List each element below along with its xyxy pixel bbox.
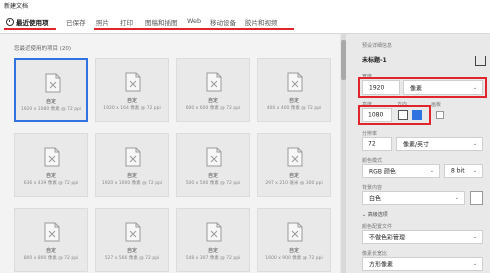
pixel-ratio-label: 像素长宽比 [362, 251, 388, 257]
chevron-down-icon: ⌄ [472, 168, 477, 174]
preset-dimensions: 1920 x 164 像素 @ 72 ppi [103, 106, 161, 111]
preset-name: 自定 [126, 173, 137, 179]
chevron-down-icon: ⌄ [472, 234, 477, 240]
preset-dimensions: 1920 x 1000 像素 @ 72 ppi [101, 181, 163, 186]
document-icon [44, 147, 60, 167]
preset-card[interactable]: 自定 548 x 307 像素 @ 72 ppi [176, 208, 250, 272]
category-tabs: 最近使用项 已保存 照片 打印 图稿和插图 Web 移动设备 胶片和视频 [0, 13, 490, 34]
document-icon [287, 147, 303, 167]
preset-card[interactable]: 自定 500 x 500 像素 @ 72 ppi [176, 133, 250, 197]
preset-name: 自定 [45, 99, 56, 105]
document-icon [125, 222, 141, 242]
preset-dimensions: 800 x 800 像素 @ 72 ppi [23, 256, 79, 261]
preset-name: 自定 [207, 173, 218, 179]
preset-name: 自定 [45, 173, 56, 179]
artboard-checkbox[interactable] [436, 111, 444, 119]
preset-dimensions: 297 x 210 毫米 @ 300 ppi [265, 181, 323, 186]
preset-card[interactable]: 自定 600 x 600 像素 @ 72 ppi [176, 58, 250, 122]
tab-web[interactable]: Web [187, 17, 201, 25]
preset-card[interactable]: 自定 800 x 800 像素 @ 72 ppi [14, 208, 88, 272]
preset-dimensions: 1920 x 1080 像素 @ 72 ppi [20, 107, 82, 112]
preset-details-label: 预设详细信息 [362, 43, 393, 49]
chevron-down-icon: ⌄ [454, 195, 459, 201]
clock-icon [6, 18, 14, 26]
chevron-down-icon: ⌄ [429, 168, 434, 174]
save-preset-icon[interactable] [475, 56, 486, 66]
background-label: 背景内容 [362, 185, 383, 191]
window-title: 新建文档 [4, 3, 29, 10]
preset-card[interactable]: 自定 1920 x 1080 像素 @ 72 ppi [14, 58, 88, 122]
document-icon [125, 147, 141, 167]
preset-name: 自定 [207, 248, 218, 254]
preset-name: 自定 [207, 98, 218, 104]
preset-name: 自定 [126, 98, 137, 104]
width-highlight-box [358, 77, 487, 98]
section-title: 您最近使用的项目 (20) [14, 46, 72, 52]
resolution-label: 分辨率 [362, 131, 378, 137]
artboard-label: 画板 [431, 102, 442, 108]
color-mode-select[interactable]: RGB 颜色 ⌄ [362, 164, 440, 178]
preset-dimensions: 548 x 307 像素 @ 72 ppi [185, 256, 241, 261]
resolution-input[interactable]: 72 [362, 137, 392, 151]
preset-card[interactable]: 自定 527 x 566 像素 @ 72 ppi [95, 208, 169, 272]
tab-mobile[interactable]: 移动设备 [210, 17, 236, 27]
color-profile-select[interactable]: 不做色彩管理 ⌄ [362, 230, 483, 244]
tab-art-illustration[interactable]: 图稿和插图 [145, 17, 178, 27]
color-mode-label: 颜色模式 [362, 158, 383, 164]
preset-dimensions: 400 x 400 像素 @ 72 ppi [266, 106, 322, 111]
preset-dimensions: 500 x 500 像素 @ 72 ppi [185, 181, 241, 186]
preset-card[interactable]: 自定 297 x 210 毫米 @ 300 ppi [257, 133, 331, 197]
document-name[interactable]: 未标题-1 [362, 55, 387, 64]
preset-name: 自定 [288, 98, 299, 104]
chevron-down-icon: ⌄ [472, 141, 477, 147]
resolution-unit-select[interactable]: 像素/英寸 ⌄ [396, 137, 483, 151]
preset-name: 自定 [126, 248, 137, 254]
background-color-swatch[interactable] [470, 191, 483, 205]
highlight-underline-recent [4, 28, 56, 30]
preset-dimensions: 600 x 600 像素 @ 72 ppi [185, 106, 241, 111]
tab-saved[interactable]: 已保存 [66, 17, 86, 27]
preset-card[interactable]: 自定 636 x 439 像素 @ 72 ppi [14, 133, 88, 197]
document-icon [45, 73, 61, 93]
title-bar: 新建文档 [0, 0, 490, 13]
gallery-scrollbar-thumb[interactable] [341, 40, 346, 80]
document-icon [44, 222, 60, 242]
height-highlight-box [358, 105, 431, 125]
preset-card[interactable]: 自定 1920 x 164 像素 @ 72 ppi [95, 58, 169, 122]
preset-dimensions: 527 x 566 像素 @ 72 ppi [104, 256, 160, 261]
tab-recent[interactable]: 最近使用项 [6, 17, 49, 27]
document-icon [287, 72, 303, 92]
highlight-underline-tabs [94, 28, 294, 30]
background-select[interactable]: 白色 ⌄ [362, 191, 465, 205]
tab-photo[interactable]: 照片 [96, 17, 109, 27]
preset-name: 自定 [288, 173, 299, 179]
tab-print[interactable]: 打印 [120, 17, 133, 27]
preset-dimensions: 636 x 439 像素 @ 72 ppi [23, 181, 79, 186]
document-icon [206, 222, 222, 242]
preset-card[interactable]: 自定 1920 x 1000 像素 @ 72 ppi [95, 133, 169, 197]
document-icon [206, 147, 222, 167]
pixel-ratio-select[interactable]: 方形像素 ⌄ [362, 257, 483, 271]
preset-card[interactable]: 自定 400 x 400 像素 @ 72 ppi [257, 58, 331, 122]
document-icon [125, 72, 141, 92]
advanced-options-toggle[interactable]: ⌄ 高级选项 [362, 211, 388, 218]
document-icon [206, 72, 222, 92]
chevron-down-icon: ⌄ [472, 261, 477, 267]
bit-depth-select[interactable]: 8 bit ⌄ [444, 164, 483, 178]
tab-film-video[interactable]: 胶片和视频 [245, 17, 278, 27]
color-profile-label: 颜色配置文件 [362, 224, 393, 230]
preset-dimensions: 1600 x 900 像素 @ 72 ppi [265, 256, 323, 261]
document-icon [287, 222, 303, 242]
preset-name: 自定 [45, 248, 56, 254]
preset-name: 自定 [288, 248, 299, 254]
preset-card[interactable]: 自定 1600 x 900 像素 @ 72 ppi [257, 208, 331, 272]
